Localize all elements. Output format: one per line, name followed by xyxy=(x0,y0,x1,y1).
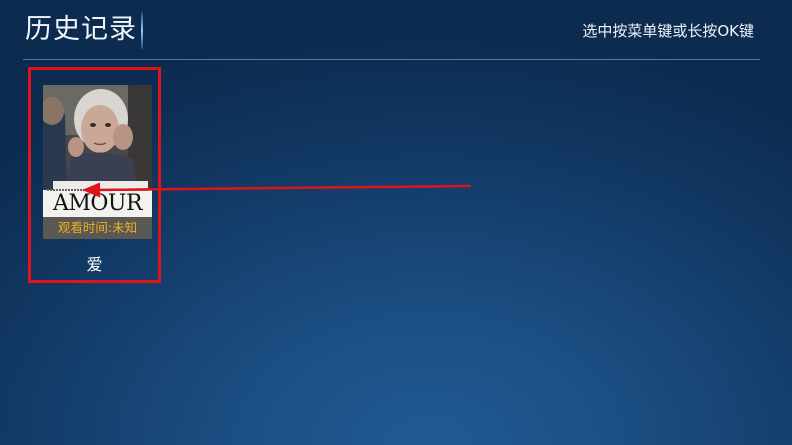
poster-title: AMOUR xyxy=(52,191,143,216)
movie-poster: AMOUR 观看时间:未知 xyxy=(43,85,152,239)
menu-hint: 选中按菜单键或长按OK键 xyxy=(582,22,754,40)
header: 历史记录 选中按菜单键或长按OK键 xyxy=(0,0,792,60)
header-divider xyxy=(23,59,760,60)
page-title: 历史记录 xyxy=(25,14,137,45)
title-focus-indicator xyxy=(141,12,143,49)
history-item-amour[interactable]: AMOUR 观看时间:未知 爱 xyxy=(28,67,161,283)
poster-image xyxy=(43,85,152,190)
watch-time-label: 观看时间:未知 xyxy=(43,217,152,239)
item-title: 爱 xyxy=(86,255,103,274)
